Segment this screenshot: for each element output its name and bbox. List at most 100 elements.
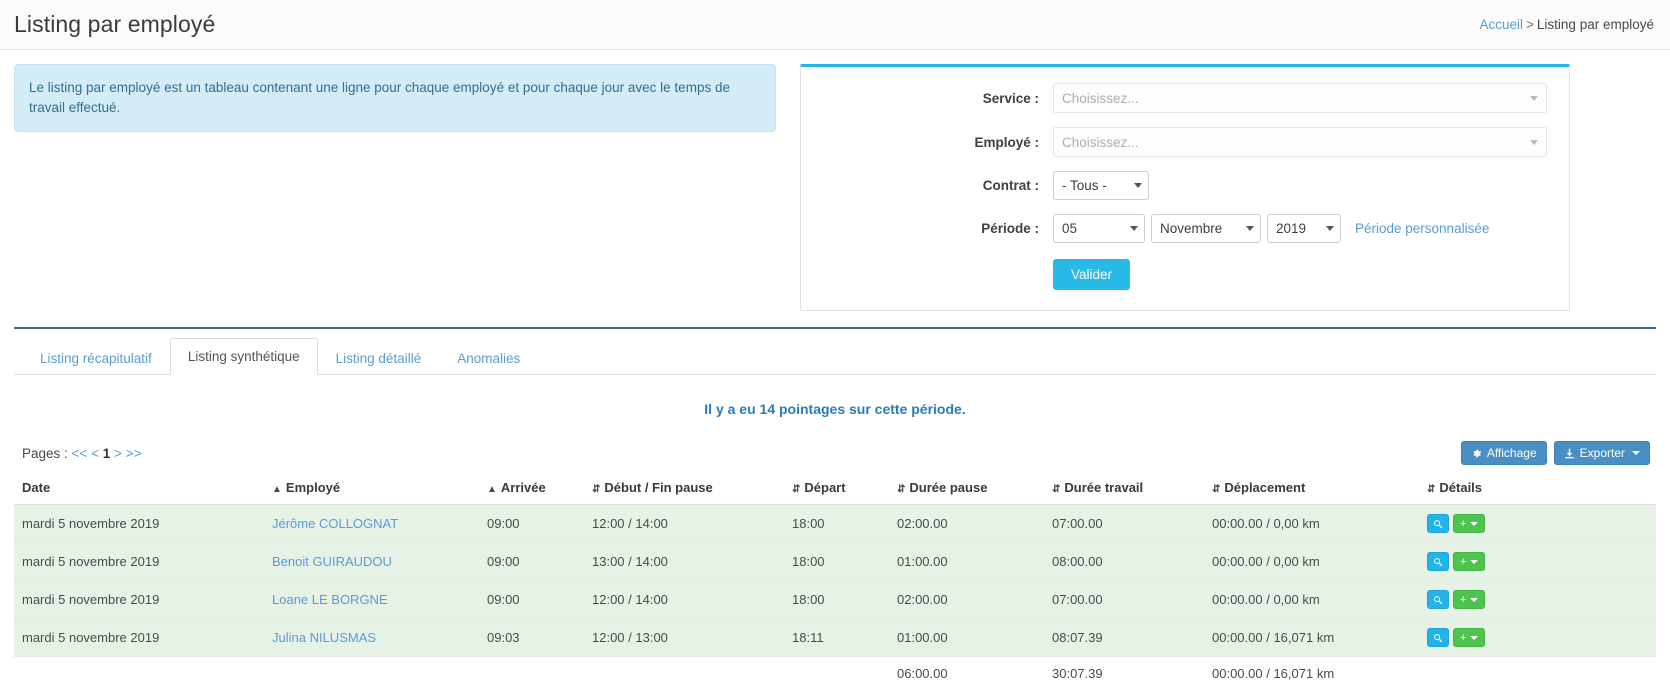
periode-personnalisee-link[interactable]: Période personnalisée bbox=[1355, 221, 1489, 236]
row-add-button[interactable]: + bbox=[1453, 590, 1486, 609]
cell-duree-pause: 02:00.00 bbox=[889, 504, 1044, 543]
tab-listing-synthetique[interactable]: Listing synthétique bbox=[169, 337, 318, 375]
page-first-link[interactable]: << bbox=[72, 446, 88, 461]
th-employe[interactable]: ▲ Employé bbox=[264, 475, 479, 505]
cell-pause: 13:00 / 14:00 bbox=[584, 542, 784, 581]
chevron-down-icon bbox=[1530, 140, 1538, 145]
sort-both-icon: ⇵ bbox=[1427, 484, 1436, 495]
plus-icon: + bbox=[1460, 517, 1467, 530]
th-deplacement[interactable]: ⇵ Déplacement bbox=[1204, 475, 1419, 505]
pointages-count: Il y a eu 14 pointages sur cette période… bbox=[704, 401, 966, 417]
page-title: Listing par employé bbox=[14, 11, 216, 37]
th-arrivee[interactable]: ▲ Arrivée bbox=[479, 475, 584, 505]
row-add-button[interactable]: + bbox=[1453, 552, 1486, 571]
table-row: mardi 5 novembre 2019 Loane LE BORGNE 09… bbox=[14, 580, 1656, 619]
row-add-button[interactable]: + bbox=[1453, 514, 1486, 533]
th-depart-label: Départ bbox=[804, 480, 846, 495]
table-header-row: Date ▲ Employé ▲ Arrivée ⇵ Début / Fin paus… bbox=[14, 475, 1656, 505]
cell-employe: Loane LE BORGNE bbox=[264, 580, 479, 619]
cell-employe: Benoit GUIRAUDOU bbox=[264, 542, 479, 581]
pagination: Pages : << < 1 > >> bbox=[22, 446, 141, 461]
affichage-label: Affichage bbox=[1486, 446, 1537, 460]
row-actions: + bbox=[1427, 514, 1648, 533]
plus-icon: + bbox=[1460, 593, 1467, 606]
service-select[interactable]: Choisissez... bbox=[1053, 83, 1547, 113]
th-pause[interactable]: ⇵ Début / Fin pause bbox=[584, 475, 784, 505]
page-last-link[interactable]: >> bbox=[126, 446, 142, 461]
cell-depart: 18:11 bbox=[784, 618, 889, 657]
tab-bar: Listing récapitulatif Listing synthétiqu… bbox=[14, 337, 1656, 375]
page-next-link[interactable]: > bbox=[114, 446, 122, 461]
chevron-down-icon bbox=[1530, 96, 1538, 101]
row-add-button[interactable]: + bbox=[1453, 628, 1486, 647]
affichage-button[interactable]: Affichage bbox=[1460, 441, 1547, 465]
sort-both-icon: ⇵ bbox=[1052, 484, 1061, 495]
employe-select[interactable]: Choisissez... bbox=[1053, 127, 1547, 157]
contrat-select[interactable]: - Tous - bbox=[1053, 171, 1149, 200]
cell-total-employe bbox=[264, 657, 479, 690]
pages-label: Pages : bbox=[22, 445, 68, 461]
cell-duree-travail: 08:00.00 bbox=[1044, 542, 1204, 581]
cell-date: mardi 5 novembre 2019 bbox=[14, 504, 264, 543]
th-pause-label: Début / Fin pause bbox=[604, 480, 713, 495]
chevron-down-icon bbox=[1632, 451, 1640, 455]
valider-button[interactable]: Valider bbox=[1053, 259, 1131, 290]
sort-both-icon: ⇵ bbox=[792, 484, 801, 495]
gear-icon bbox=[1473, 449, 1481, 457]
employe-link[interactable]: Loane LE BORGNE bbox=[272, 592, 388, 607]
row-actions: + bbox=[1427, 628, 1648, 647]
table-toolbar: Pages : << < 1 > >> Affichage Exporter bbox=[14, 441, 1656, 465]
service-placeholder: Choisissez... bbox=[1062, 90, 1139, 106]
tab-anomalies[interactable]: Anomalies bbox=[439, 341, 538, 375]
cell-total-arrivee bbox=[479, 657, 584, 690]
periode-year-select[interactable]: 2019 bbox=[1267, 214, 1341, 243]
table-row: mardi 5 novembre 2019 Benoit GUIRAUDOU 0… bbox=[14, 542, 1656, 581]
row-detail-button[interactable] bbox=[1427, 590, 1449, 609]
th-depart[interactable]: ⇵ Départ bbox=[784, 475, 889, 505]
row-detail-button[interactable] bbox=[1427, 514, 1449, 533]
cell-duree-travail: 07:00.00 bbox=[1044, 580, 1204, 619]
exporter-button[interactable]: Exporter bbox=[1553, 441, 1650, 465]
cell-date: mardi 5 novembre 2019 bbox=[14, 618, 264, 657]
cell-date: mardi 5 novembre 2019 bbox=[14, 580, 264, 619]
cell-pause: 12:00 / 13:00 bbox=[584, 618, 784, 657]
row-detail-button[interactable] bbox=[1427, 628, 1449, 647]
breadcrumb-home-link[interactable]: Accueil bbox=[1480, 17, 1524, 32]
cell-arrivee: 09:00 bbox=[479, 542, 584, 581]
th-duree-pause[interactable]: ⇵ Durée pause bbox=[889, 475, 1044, 505]
periode-day-select[interactable]: 05 bbox=[1053, 214, 1145, 243]
th-duree-travail[interactable]: ⇵ Durée travail bbox=[1044, 475, 1204, 505]
table-totals-row: 06:00.00 30:07.39 00:00.00 / 16,071 km bbox=[14, 656, 1656, 690]
periode-day-wrap: 05 bbox=[1053, 214, 1145, 243]
employe-link[interactable]: Julina NILUSMAS bbox=[272, 630, 376, 645]
cell-actions: + bbox=[1419, 504, 1656, 543]
employe-link[interactable]: Benoit GUIRAUDOU bbox=[272, 554, 392, 569]
plus-icon: + bbox=[1460, 631, 1467, 644]
page-content: Le listing par employé est un tableau co… bbox=[0, 50, 1670, 690]
cell-pause: 12:00 / 14:00 bbox=[584, 504, 784, 543]
cell-pause: 12:00 / 14:00 bbox=[584, 580, 784, 619]
magnifier-icon bbox=[1434, 557, 1443, 566]
cell-arrivee: 09:00 bbox=[479, 580, 584, 619]
download-icon bbox=[1565, 448, 1574, 458]
info-alert-text: Le listing par employé est un tableau co… bbox=[29, 80, 730, 115]
cell-total-deplacement: 00:00.00 / 16,071 km bbox=[1212, 666, 1335, 681]
filter-panel: Service : Choisissez... Employé : Choisi… bbox=[800, 64, 1570, 311]
tab-listing-recapitulatif[interactable]: Listing récapitulatif bbox=[22, 341, 170, 375]
table-row: mardi 5 novembre 2019 Jérôme COLLOGNAT 0… bbox=[14, 504, 1656, 543]
employe-label: Employé : bbox=[974, 134, 1039, 150]
magnifier-icon bbox=[1434, 595, 1443, 604]
table-row: mardi 5 novembre 2019 Julina NILUSMAS 09… bbox=[14, 618, 1656, 657]
page-prev-link[interactable]: < bbox=[91, 446, 99, 461]
chevron-down-icon bbox=[1470, 635, 1479, 640]
cell-deplacement: 00:00.00 / 16,071 km bbox=[1204, 618, 1419, 657]
row-detail-button[interactable] bbox=[1427, 552, 1449, 571]
tab-listing-detaille[interactable]: Listing détaillé bbox=[318, 341, 440, 375]
periode-month-select[interactable]: Novembre bbox=[1151, 214, 1261, 243]
th-details[interactable]: ⇵ Détails bbox=[1419, 475, 1656, 505]
chevron-down-icon bbox=[1470, 521, 1479, 526]
th-employe-label: Employé bbox=[285, 480, 341, 495]
th-date[interactable]: Date bbox=[14, 475, 264, 505]
breadcrumb: Accueil > Listing par employé bbox=[1480, 17, 1655, 32]
employe-link[interactable]: Jérôme COLLOGNAT bbox=[272, 516, 398, 531]
